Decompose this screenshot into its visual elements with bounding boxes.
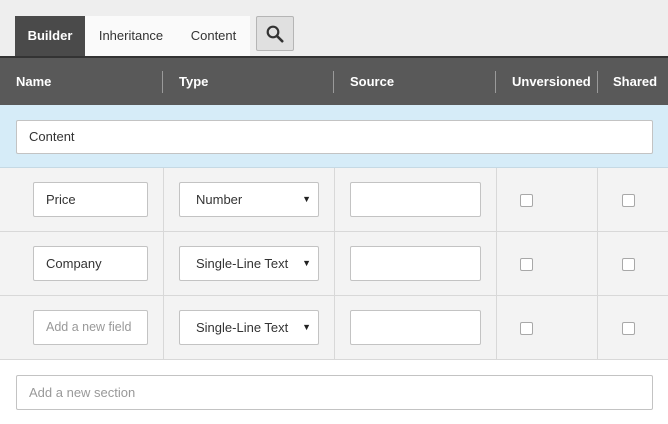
field-name-input[interactable]: Company — [33, 246, 148, 281]
column-divider — [162, 71, 163, 93]
field-type-select[interactable]: Number ▼ — [179, 182, 319, 217]
section-name-input[interactable]: Content — [16, 120, 653, 154]
chevron-down-icon: ▼ — [302, 322, 311, 332]
field-type-value: Single-Line Text — [196, 256, 289, 271]
column-name: Name — [16, 74, 52, 89]
field-name-input[interactable]: Price — [33, 182, 148, 217]
column-source: Source — [350, 74, 395, 89]
field-source-input[interactable] — [350, 246, 481, 281]
field-source-input[interactable] — [350, 310, 481, 345]
field-source-input[interactable] — [350, 182, 481, 217]
tab-bar: Builder Inheritance Content — [0, 0, 668, 56]
field-type-select[interactable]: Single-Line Text ▼ — [179, 246, 319, 281]
tab-content[interactable]: Content — [177, 16, 250, 56]
shared-checkbox[interactable] — [622, 322, 635, 335]
chevron-down-icon: ▼ — [302, 194, 311, 204]
unversioned-checkbox[interactable] — [520, 194, 533, 207]
field-type-select[interactable]: Single-Line Text ▼ — [179, 310, 319, 345]
field-row: Company Single-Line Text ▼ — [0, 232, 668, 296]
column-shared: Shared — [613, 74, 658, 89]
field-type-value: Single-Line Text — [196, 320, 289, 335]
cell-divider — [334, 168, 335, 232]
cell-divider — [334, 232, 335, 296]
search-icon — [266, 25, 284, 43]
add-section-input[interactable]: Add a new section — [16, 375, 653, 410]
field-type-value: Number — [196, 192, 243, 207]
search-button[interactable] — [256, 16, 294, 51]
cell-divider — [163, 232, 164, 296]
column-divider — [333, 71, 334, 93]
tab-builder[interactable]: Builder — [15, 16, 85, 56]
new-field-row: Add a new field Single-Line Text ▼ — [0, 296, 668, 360]
column-divider — [597, 71, 598, 93]
cell-divider — [597, 232, 598, 296]
add-section-row: Add a new section — [0, 360, 668, 424]
new-field-name-input[interactable]: Add a new field — [33, 310, 148, 345]
cell-divider — [597, 168, 598, 232]
cell-divider — [496, 168, 497, 232]
cell-divider — [334, 296, 335, 360]
chevron-down-icon: ▼ — [302, 258, 311, 268]
column-unversioned: Unversioned — [512, 74, 591, 89]
column-divider — [495, 71, 496, 93]
section-row: Content — [0, 105, 668, 168]
cell-divider — [163, 168, 164, 232]
cell-divider — [496, 232, 497, 296]
column-header: Name Type Source Unversioned Shared — [0, 56, 668, 105]
cell-divider — [163, 296, 164, 360]
unversioned-checkbox[interactable] — [520, 322, 533, 335]
tab-inheritance[interactable]: Inheritance — [85, 16, 177, 56]
cell-divider — [496, 296, 497, 360]
column-type: Type — [179, 74, 209, 89]
field-row: Price Number ▼ — [0, 168, 668, 232]
shared-checkbox[interactable] — [622, 194, 635, 207]
unversioned-checkbox[interactable] — [520, 258, 533, 271]
shared-checkbox[interactable] — [622, 258, 635, 271]
cell-divider — [597, 296, 598, 360]
